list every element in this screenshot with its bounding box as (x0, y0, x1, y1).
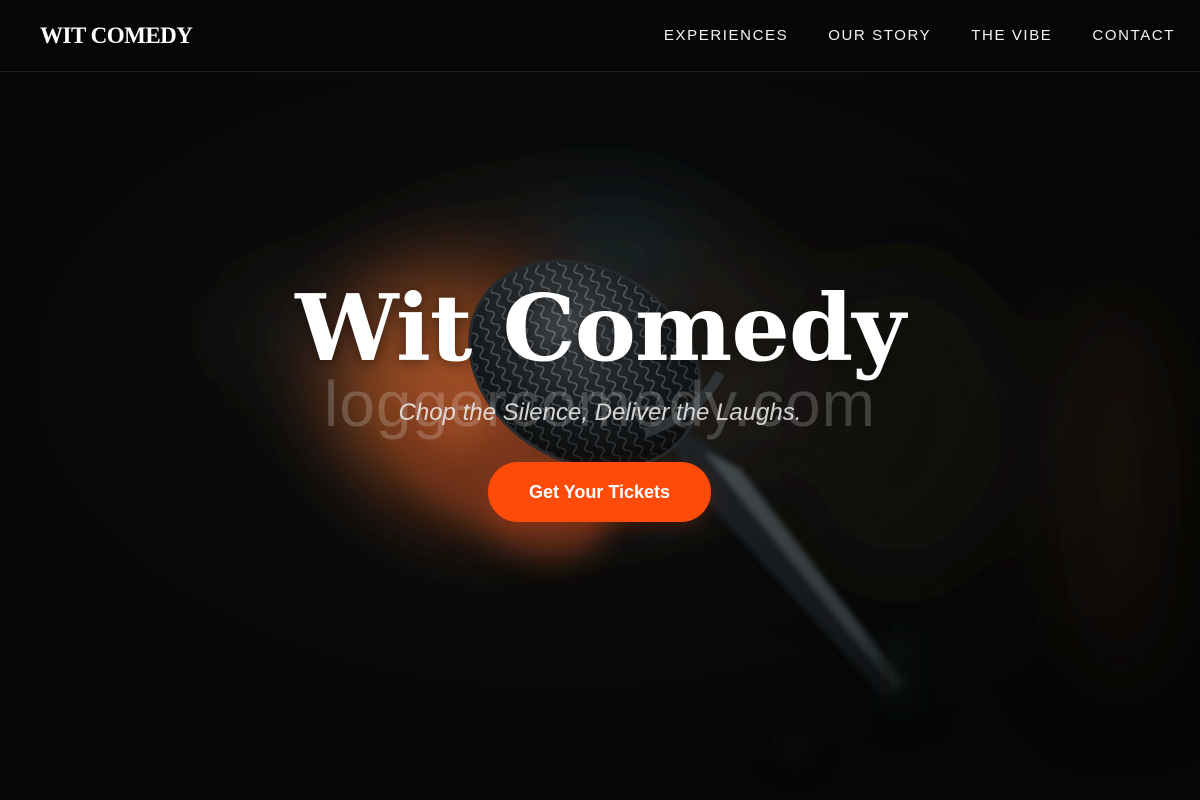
hero-tagline: Chop the Silence, Deliver the Laughs. (398, 399, 802, 426)
nav-link-the-vibe[interactable]: THE VIBE (971, 27, 1052, 45)
top-navbar: WIT COMEDY EXPERIENCES OUR STORY THE VIB… (0, 0, 1200, 72)
hero-section: loggercomedy.com Wit Comedy Chop the Sil… (0, 73, 1200, 800)
get-tickets-button[interactable]: Get Your Tickets (488, 462, 711, 522)
brand-logo[interactable]: WIT COMEDY (40, 22, 193, 50)
nav-link-contact[interactable]: CONTACT (1092, 27, 1175, 45)
hero-title: Wit Comedy (295, 274, 905, 382)
nav-link-experiences[interactable]: EXPERIENCES (664, 27, 788, 45)
main-nav: EXPERIENCES OUR STORY THE VIBE CONTACT (664, 27, 1175, 45)
nav-link-our-story[interactable]: OUR STORY (828, 27, 931, 45)
